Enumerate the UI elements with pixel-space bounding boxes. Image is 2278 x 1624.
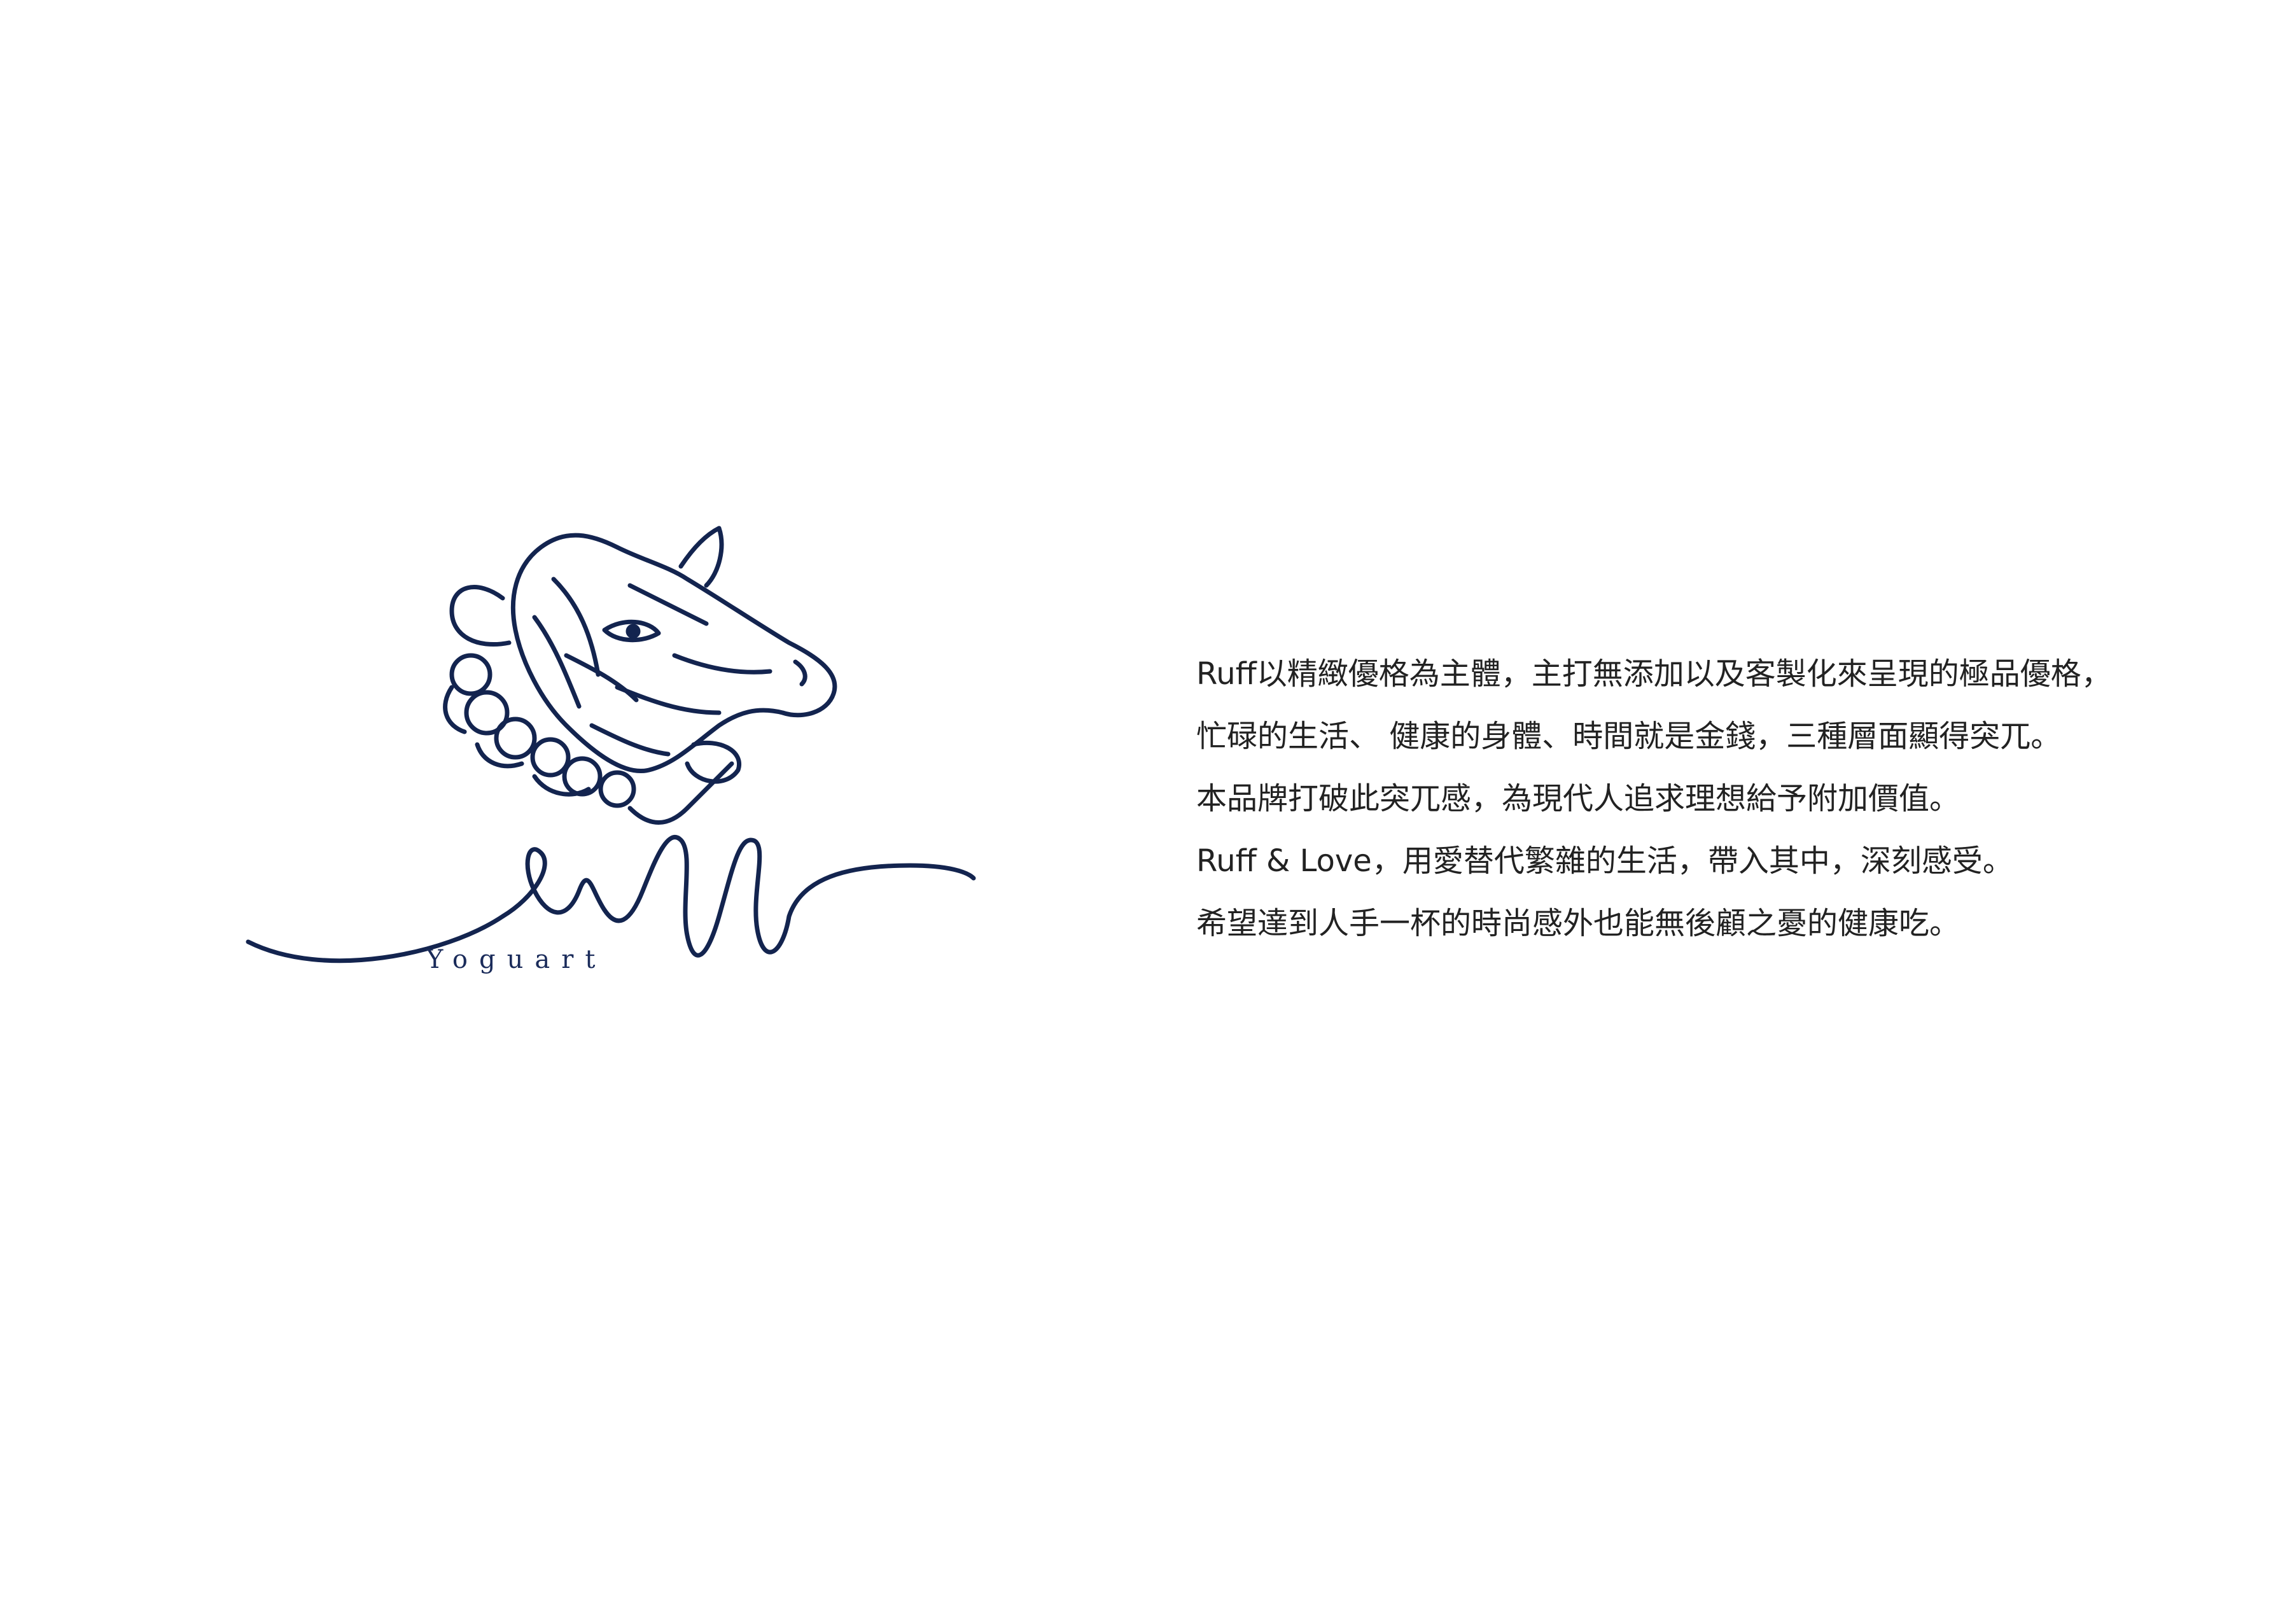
brand-description: Ruff以精緻優格為主體，主打無添加以及客製化來呈現的極品優格， 忙碌的生活、 … [1196,643,2151,955]
ruff-logo: Yoguart [235,509,999,993]
description-line: Ruff & Love，用愛替代繁雜的生活，帶入其中，深刻感受。 [1196,843,2013,879]
description-line: Ruff以精緻優格為主體，主打無添加以及客製化來呈現的極品優格， [1196,656,2112,692]
description-line: 忙碌的生活、 健康的身體、時間就是金錢，三種層面顯得突兀。 [1196,718,2062,754]
description-line: 希望達到人手一杯的時尚感外也能無後顧之憂的健康吃。 [1196,906,1960,941]
cow-illustration [246,526,976,963]
description-line: 本品牌打破此突兀感，為現代人追求理想給予附加價值。 [1196,781,1960,816]
brand-tagline: Yoguart [426,945,607,974]
